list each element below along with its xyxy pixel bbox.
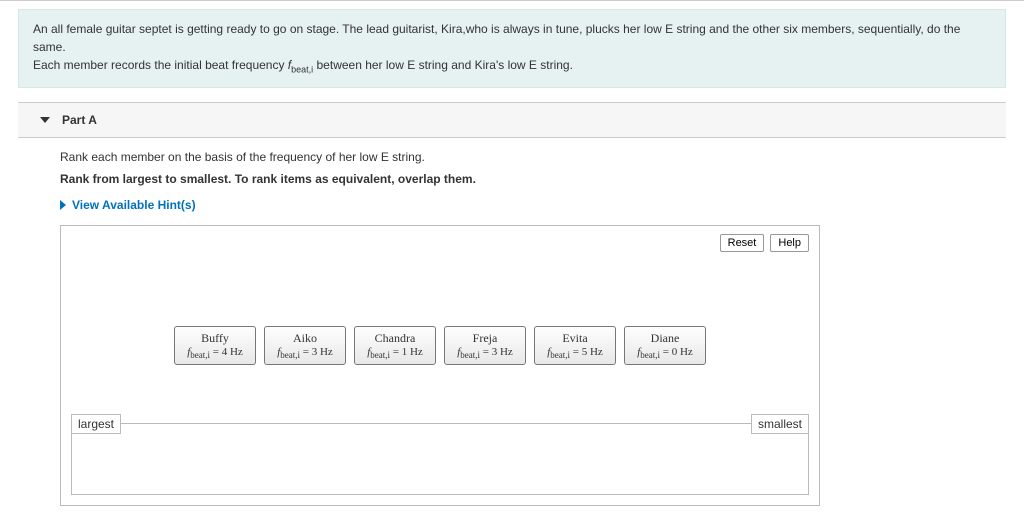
rank-end-smallest: smallest (751, 414, 809, 434)
chip-value: fbeat,i = 3 Hz (271, 346, 339, 360)
caret-down-icon (40, 117, 50, 123)
drop-zone-left[interactable] (72, 424, 440, 494)
rank-item-aiko[interactable]: Aiko fbeat,i = 3 Hz (264, 326, 346, 365)
rank-items-pool: Buffy fbeat,i = 4 Hz Aiko fbeat,i = 3 Hz… (71, 326, 809, 365)
chip-name: Freja (451, 331, 519, 346)
drop-zone-right[interactable] (440, 424, 808, 494)
chip-name: Buffy (181, 331, 249, 346)
chip-value: fbeat,i = 1 Hz (361, 346, 429, 360)
chip-value: fbeat,i = 0 Hz (631, 346, 699, 360)
chip-name: Aiko (271, 331, 339, 346)
chip-name: Diane (631, 331, 699, 346)
rank-item-chandra[interactable]: Chandra fbeat,i = 1 Hz (354, 326, 436, 365)
instruction-line1: Rank each member on the basis of the fre… (60, 150, 984, 164)
rank-item-diane[interactable]: Diane fbeat,i = 0 Hz (624, 326, 706, 365)
chip-value: fbeat,i = 4 Hz (181, 346, 249, 360)
part-header[interactable]: Part A (18, 102, 1006, 138)
hints-label: View Available Hint(s) (72, 198, 196, 212)
chip-value: fbeat,i = 5 Hz (541, 346, 609, 360)
instruction-line2: Rank from largest to smallest. To rank i… (60, 172, 984, 186)
ranking-drop-zone[interactable]: largest smallest (71, 423, 809, 495)
intro-line1: An all female guitar septet is getting r… (33, 22, 960, 54)
part-title: Part A (62, 113, 97, 127)
intro-var-sub: beat,i (291, 64, 313, 74)
caret-right-icon (60, 200, 66, 210)
ranking-workspace: Reset Help Buffy fbeat,i = 4 Hz Aiko fbe… (60, 225, 820, 506)
problem-intro: An all female guitar septet is getting r… (18, 9, 1006, 88)
rank-item-evita[interactable]: Evita fbeat,i = 5 Hz (534, 326, 616, 365)
chip-name: Chandra (361, 331, 429, 346)
help-button[interactable]: Help (770, 234, 809, 252)
rank-item-freja[interactable]: Freja fbeat,i = 3 Hz (444, 326, 526, 365)
reset-button[interactable]: Reset (720, 234, 765, 252)
chip-value: fbeat,i = 3 Hz (451, 346, 519, 360)
view-hints-link[interactable]: View Available Hint(s) (60, 198, 196, 212)
rank-item-buffy[interactable]: Buffy fbeat,i = 4 Hz (174, 326, 256, 365)
rank-end-largest: largest (71, 414, 121, 434)
chip-name: Evita (541, 331, 609, 346)
top-divider (0, 0, 1024, 1)
intro-line2-after: between her low E string and Kira's low … (313, 58, 573, 72)
intro-line2-before: Each member records the initial beat fre… (33, 58, 288, 72)
